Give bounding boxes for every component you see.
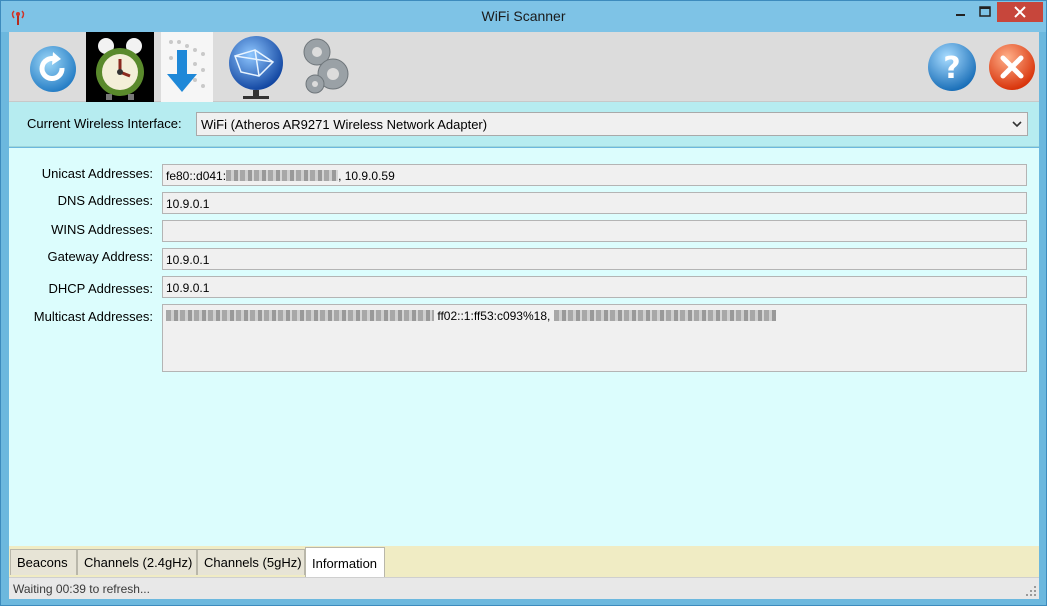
app-window: WiFi Scanner ? Current Wireless Interfac…	[0, 0, 1047, 606]
maximize-button[interactable]	[973, 2, 997, 22]
tab-bar: Beacons Channels (2.4gHz) Channels (5gHz…	[9, 546, 1039, 577]
globe-network-icon	[229, 36, 283, 99]
chevron-down-icon	[1012, 121, 1022, 128]
dhcp-field[interactable]: 10.9.0.1	[162, 276, 1027, 298]
tab-channels-2-4ghz[interactable]: Channels (2.4gHz)	[77, 549, 197, 575]
interface-select[interactable]: WiFi (Atheros AR9271 Wireless Network Ad…	[196, 112, 1028, 136]
multicast-label: Multicast Addresses:	[33, 309, 153, 324]
alarm-clock-button[interactable]	[86, 32, 154, 102]
refresh-icon	[30, 46, 76, 92]
information-panel: Unicast Addresses: fe80::d041: , 10.9.0.5…	[9, 148, 1039, 546]
network-button[interactable]	[225, 32, 287, 102]
wins-label: WINS Addresses:	[51, 222, 153, 237]
dns-field[interactable]: 10.9.0.1	[162, 192, 1027, 214]
tab-beacons[interactable]: Beacons	[10, 549, 77, 575]
unicast-field[interactable]: fe80::d041: , 10.9.0.59	[162, 164, 1027, 186]
wins-field[interactable]	[162, 220, 1027, 242]
redacted-block	[226, 170, 339, 181]
close-icon	[989, 44, 1035, 90]
tab-channels-5ghz[interactable]: Channels (5gHz)	[197, 549, 305, 575]
exit-button[interactable]	[987, 32, 1039, 102]
toolbar: ?	[9, 32, 1039, 102]
window-title: WiFi Scanner	[481, 8, 566, 24]
multicast-field[interactable]: ff02::1:ff53:c093%18,	[162, 304, 1027, 372]
redacted-block	[553, 310, 776, 321]
download-button[interactable]	[161, 32, 213, 102]
gateway-field[interactable]: 10.9.0.1	[162, 248, 1027, 270]
unicast-suffix: , 10.9.0.59	[338, 169, 395, 183]
dhcp-label: DHCP Addresses:	[48, 281, 153, 296]
refresh-button[interactable]	[23, 32, 83, 102]
settings-button[interactable]	[297, 32, 353, 102]
gateway-label: Gateway Address:	[47, 249, 154, 264]
dns-label: DNS Addresses:	[57, 193, 153, 208]
redacted-block	[166, 310, 434, 321]
multicast-middle: ff02::1:ff53:c093%18,	[437, 309, 554, 323]
interface-selected-value: WiFi (Atheros AR9271 Wireless Network Ad…	[201, 117, 488, 132]
minimize-button[interactable]	[947, 2, 973, 22]
interface-bar: Current Wireless Interface: WiFi (Athero…	[9, 102, 1039, 147]
alarm-clock-icon	[96, 38, 144, 100]
gears-icon	[303, 38, 349, 94]
title-bar[interactable]: WiFi Scanner	[1, 1, 1046, 32]
status-bar: Waiting 00:39 to refresh...	[9, 577, 1039, 599]
help-button[interactable]: ?	[925, 32, 979, 102]
download-icon	[167, 40, 205, 92]
tab-information[interactable]: Information	[305, 547, 385, 577]
resize-grip-icon[interactable]	[1025, 585, 1037, 597]
unicast-prefix: fe80::d041:	[166, 169, 227, 183]
interface-label: Current Wireless Interface:	[27, 116, 182, 131]
svg-text:?: ?	[943, 51, 960, 86]
unicast-label: Unicast Addresses:	[41, 166, 153, 181]
window-close-button[interactable]	[997, 2, 1043, 22]
help-icon: ?	[928, 43, 976, 91]
status-text: Waiting 00:39 to refresh...	[13, 582, 150, 596]
